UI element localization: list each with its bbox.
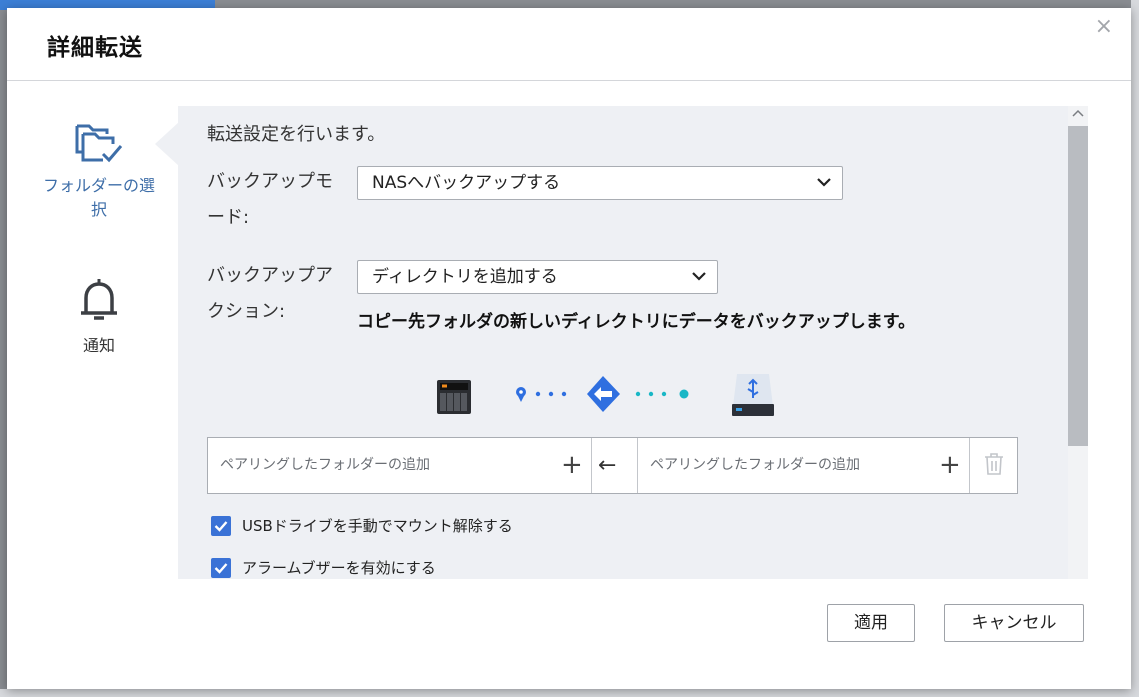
nav-item-folder-selection[interactable]: フォルダーの選択 (37, 120, 161, 222)
source-location-pin-icon (516, 387, 526, 402)
chevron-down-icon (817, 178, 831, 187)
chevron-down-icon (692, 272, 706, 281)
nav-label-folder-selection: フォルダーの選択 (42, 176, 155, 219)
cancel-button[interactable]: キャンセル (944, 604, 1084, 642)
unmount-usb-checkbox[interactable] (211, 516, 231, 536)
backup-action-label: バックアップアクション: (207, 265, 333, 322)
divider (969, 438, 970, 493)
nav-item-notification[interactable]: 通知 (37, 276, 161, 358)
nas-icon (437, 380, 471, 414)
transfer-diagram (437, 374, 774, 416)
background-app-footer (0, 689, 1139, 697)
divider (591, 438, 592, 493)
scrollbar-thumb[interactable] (1068, 126, 1088, 446)
settings-panel: 転送設定を行います。 バックアップモード: NASへバックアップする バックアッ… (178, 106, 1088, 579)
trash-icon[interactable] (984, 452, 1004, 476)
bell-icon (81, 279, 117, 320)
folder-check-icon (75, 124, 123, 163)
backup-action-description: コピー先フォルダの新しいディレクトリにデータをバックアップします。 (357, 312, 916, 332)
checkmark-icon (214, 521, 228, 532)
arrow-left-icon (587, 376, 620, 412)
dialog-title: 詳細転送 (47, 35, 143, 61)
nav-label-notification: 通知 (82, 336, 115, 355)
backup-action-value: ディレクトリを追加する (372, 267, 558, 287)
add-source-folder-button[interactable]: + (561, 438, 583, 493)
unmount-usb-label: USBドライブを手動でマウント解除する (242, 517, 513, 535)
source-folder-field[interactable]: ペアリングしたフォルダーの追加 (220, 438, 430, 493)
panel-scrollbar[interactable] (1068, 106, 1088, 579)
destination-folder-field[interactable]: ペアリングしたフォルダーの追加 (650, 438, 860, 493)
backup-action-select[interactable]: ディレクトリを追加する (357, 260, 718, 294)
alarm-buzzer-label: アラームブザーを有効にする (242, 559, 436, 577)
backup-mode-label: バックアップモード: (207, 171, 333, 228)
scroll-up-icon[interactable] (1072, 108, 1084, 120)
transfer-direction-arrow-icon: ← (598, 453, 617, 478)
panel-pointer (155, 122, 179, 166)
alarm-buzzer-checkbox[interactable] (211, 558, 231, 578)
folder-pairing-row: ペアリングしたフォルダーの追加 + ← ペアリングしたフォルダーの追加 + (207, 437, 1018, 494)
divider (637, 438, 638, 493)
background-app-edge (1131, 0, 1139, 697)
apply-button[interactable]: 適用 (827, 604, 915, 642)
checkmark-icon (214, 563, 228, 574)
intro-text: 転送設定を行います。 (207, 124, 386, 145)
title-divider (7, 80, 1131, 81)
advanced-transfer-dialog: 詳細転送 × フォルダーの選択 通知 転送設定を行います。 バックアップモード:… (7, 8, 1131, 689)
close-icon[interactable]: × (1095, 14, 1113, 39)
backup-mode-value: NASへバックアップする (372, 173, 561, 193)
backup-mode-select[interactable]: NASへバックアップする (357, 166, 843, 200)
add-destination-folder-button[interactable]: + (939, 438, 961, 493)
usb-drive-icon (732, 374, 774, 416)
